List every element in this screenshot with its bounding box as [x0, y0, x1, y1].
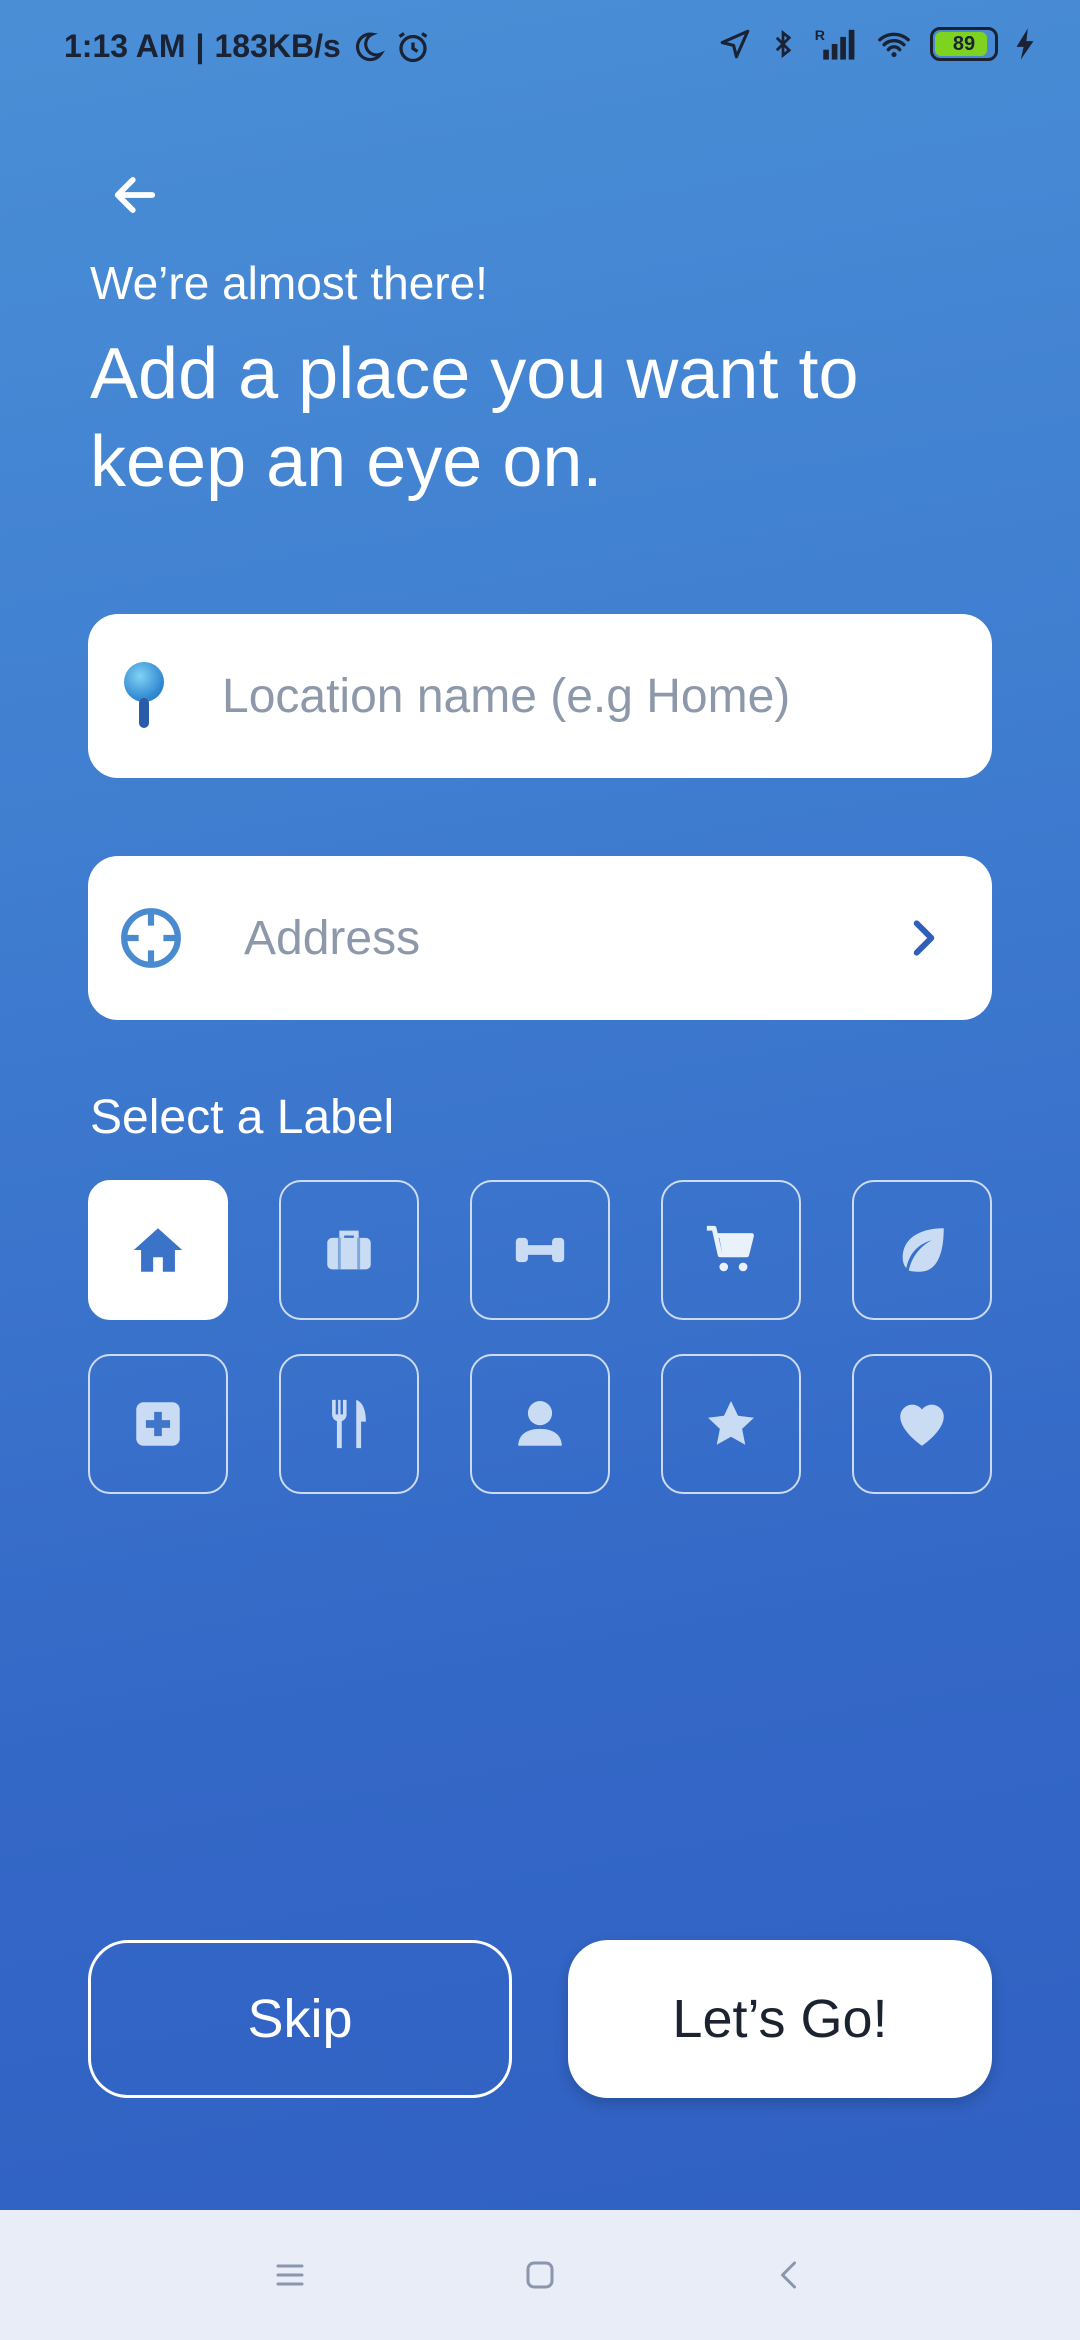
star-icon — [708, 1401, 754, 1445]
status-right: R 89 — [718, 26, 1036, 62]
fork-knife-icon — [332, 1399, 366, 1449]
address-field[interactable] — [88, 856, 992, 1020]
onboarding-screen: 1:13 AM | 183KB/s R 89 We’re almost ther… — [0, 0, 1080, 2340]
address-input[interactable] — [88, 856, 992, 1020]
skip-button[interactable]: Skip — [88, 1940, 512, 2098]
label-tile-love[interactable] — [852, 1354, 992, 1494]
location-name-input[interactable] — [88, 614, 992, 778]
label-tile-gym[interactable] — [470, 1180, 610, 1320]
label-tile-favorite[interactable] — [661, 1354, 801, 1494]
arrow-left-icon — [114, 177, 156, 213]
lets-go-button[interactable]: Let’s Go! — [568, 1940, 992, 2098]
wifi-icon — [878, 32, 910, 58]
nav-back-button[interactable] — [760, 2245, 820, 2305]
nav-home-button[interactable] — [510, 2245, 570, 2305]
nav-menu-button[interactable] — [260, 2245, 320, 2305]
status-left: 1:13 AM | 183KB/s — [64, 28, 431, 65]
cart-icon — [706, 1225, 754, 1272]
charging-bolt-icon — [1016, 28, 1034, 60]
chevron-right-icon[interactable] — [906, 916, 942, 960]
bluetooth-icon — [775, 29, 792, 59]
status-separator: | — [195, 28, 205, 64]
medical-cross-icon — [136, 1402, 180, 1446]
label-tile-medical[interactable] — [88, 1354, 228, 1494]
label-tile-nature[interactable] — [852, 1180, 992, 1320]
svg-text:R: R — [815, 28, 825, 44]
label-tile-home[interactable] — [88, 1180, 228, 1320]
home-icon — [133, 1228, 183, 1272]
system-nav-bar — [0, 2210, 1080, 2340]
status-network-speed: 183KB/s — [214, 28, 341, 64]
label-grid — [88, 1180, 992, 1494]
status-time: 1:13 AM — [64, 28, 186, 64]
battery-indicator: 89 — [930, 27, 998, 61]
person-icon — [518, 1401, 562, 1446]
label-tile-work[interactable] — [279, 1180, 419, 1320]
location-name-field[interactable] — [88, 614, 992, 778]
alarm-icon — [398, 31, 428, 62]
back-button[interactable] — [100, 160, 170, 230]
label-tile-food[interactable] — [279, 1354, 419, 1494]
page-subtitle: We’re almost there! — [90, 257, 488, 309]
dumbbell-icon — [515, 1237, 565, 1263]
page-title: Add a place you want to keep an eye on. — [90, 334, 859, 502]
status-bar: 1:13 AM | 183KB/s R 89 — [0, 0, 1080, 100]
home-square-icon — [526, 2261, 554, 2289]
briefcase-icon — [327, 1230, 371, 1270]
moon-icon — [355, 32, 385, 61]
label-tile-shopping[interactable] — [661, 1180, 801, 1320]
select-label-heading: Select a Label — [90, 1091, 395, 1144]
heart-icon — [900, 1404, 944, 1446]
back-chevron-icon — [781, 2261, 796, 2289]
leaf-icon — [902, 1228, 944, 1272]
battery-level: 89 — [952, 32, 976, 55]
location-arrow-icon — [720, 29, 750, 59]
signal-icon: R — [815, 28, 855, 60]
menu-icon — [276, 2264, 304, 2286]
label-tile-person[interactable] — [470, 1354, 610, 1494]
